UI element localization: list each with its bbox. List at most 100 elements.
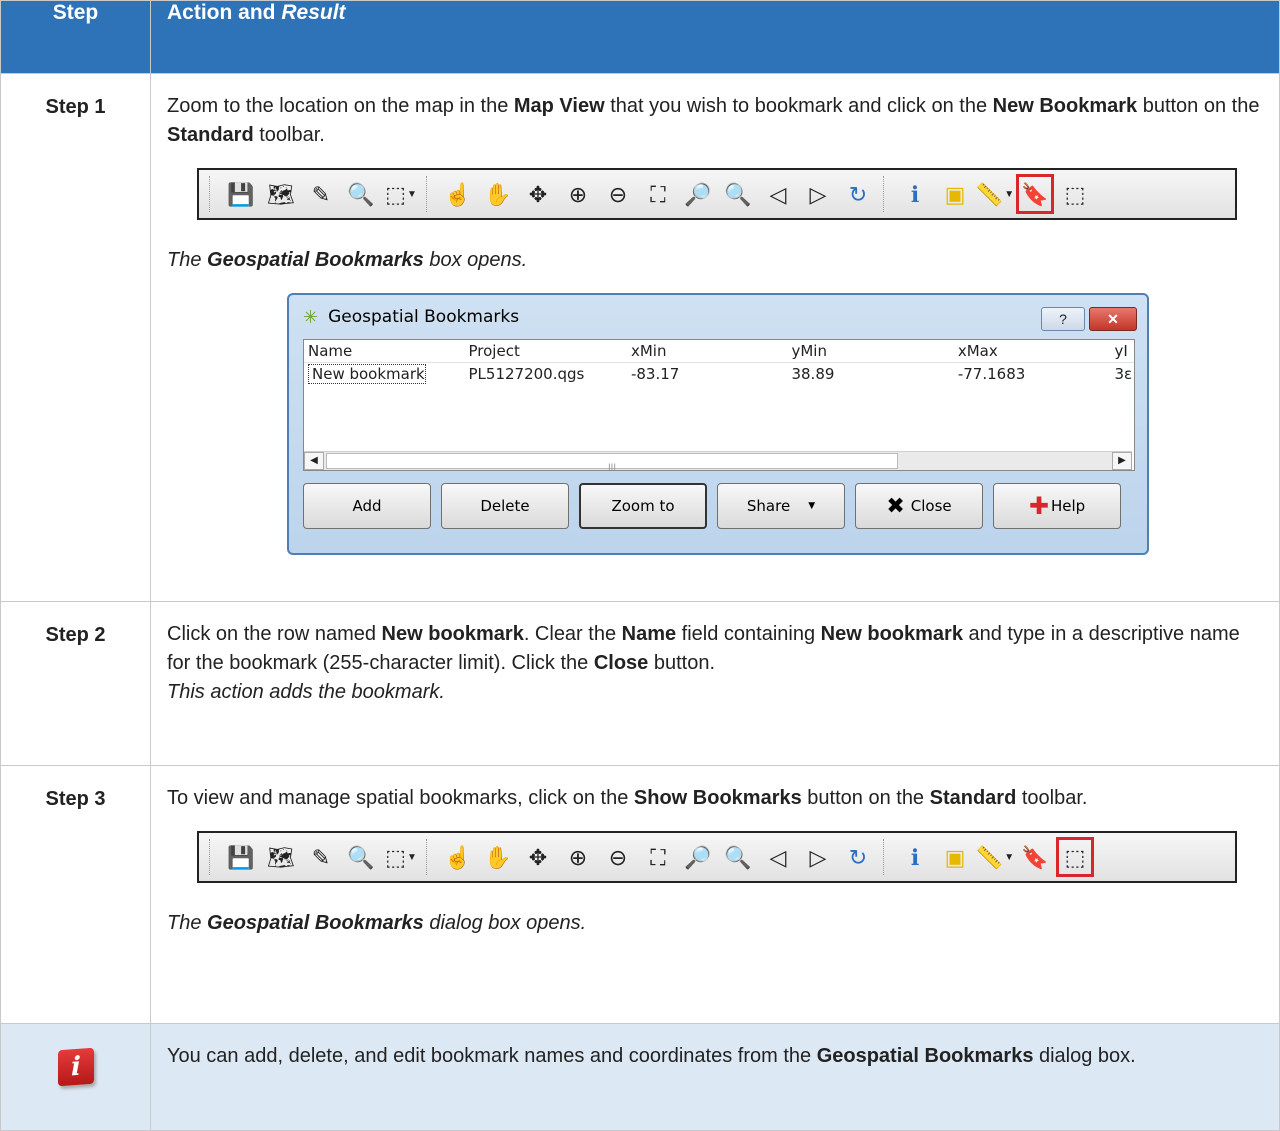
show-bookmarks-icon[interactable]: ⬚	[1056, 174, 1094, 214]
dialog-close-button[interactable]: ✕	[1089, 307, 1137, 331]
zoom-next-icon[interactable]: ▷	[799, 837, 837, 877]
refresh-icon[interactable]: ↻	[839, 174, 877, 214]
zoom-last-icon[interactable]: ◁	[759, 174, 797, 214]
digitize-icon[interactable]: ✎	[302, 837, 340, 877]
toolbar-separator	[883, 176, 892, 212]
delete-button[interactable]: Delete	[441, 483, 569, 529]
step-2-result: This action adds the bookmark.	[167, 681, 445, 703]
cell-xmin[interactable]: -83.17	[625, 360, 786, 389]
step-2-action: Click on the row named New bookmark. Cle…	[150, 601, 1280, 766]
scroll-right-icon[interactable]: ▶	[1112, 452, 1132, 470]
step-1-label: Step 1	[0, 73, 151, 602]
zoom-out-icon[interactable]: ⊖	[599, 174, 637, 214]
cell-ymax[interactable]: 3ε	[1108, 360, 1134, 389]
magnifier-icon[interactable]: 🔍	[342, 174, 380, 214]
step-3-action: To view and manage spatial bookmarks, cl…	[150, 765, 1280, 1024]
zoom-to-selection-icon[interactable]: 🔎	[679, 174, 717, 214]
new-layer-icon[interactable]: 🗺	[262, 837, 300, 877]
step-3-label: Step 3	[0, 765, 151, 1024]
deselect-icon[interactable]: ▣	[936, 837, 974, 877]
standard-toolbar-1: 💾 🗺 ✎ 🔍 ⬚ ▼ ☝ ✋ ✥ ⊕ ⊖ ⛶ 🔎 🔍 ◁ ▷ ↻ ℹ ▣ 📏 …	[197, 168, 1237, 220]
table-row-step-1: Step 1 Zoom to the location on the map i…	[0, 73, 1280, 602]
measure-icon[interactable]: 📏 ▼	[976, 837, 1014, 877]
info-note-row: i You can add, delete, and edit bookmark…	[0, 1023, 1280, 1131]
info-icon: i	[57, 1047, 94, 1087]
chevron-down-icon: ▼	[808, 500, 816, 511]
scroll-left-icon[interactable]: ◀	[304, 452, 324, 470]
table-row-step-3: Step 3 To view and manage spatial bookma…	[0, 765, 1280, 1024]
refresh-icon[interactable]: ↻	[839, 837, 877, 877]
zoom-next-icon[interactable]: ▷	[799, 174, 837, 214]
new-bookmark-icon[interactable]: 🔖	[1016, 837, 1054, 877]
table-row-step-2: Step 2 Click on the row named New bookma…	[0, 601, 1280, 766]
pan-hand-icon[interactable]: ✋	[479, 837, 517, 877]
action-column-header: Action and Result	[150, 0, 1280, 74]
bookmark-list[interactable]: Name Project xMin yMin xMax yI New bookm…	[303, 339, 1135, 473]
zoom-to-layer-icon[interactable]: 🔍	[719, 174, 757, 214]
step-2-label: Step 2	[0, 601, 151, 766]
new-layer-icon[interactable]: 🗺	[262, 174, 300, 214]
identify-icon[interactable]: ℹ	[896, 174, 934, 214]
step-3-instruction: To view and manage spatial bookmarks, cl…	[167, 787, 1088, 809]
save-project-icon[interactable]: 💾	[222, 837, 260, 877]
toolbar-separator	[426, 839, 435, 875]
info-note: You can add, delete, and edit bookmark n…	[150, 1023, 1280, 1131]
magnifier-icon[interactable]: 🔍	[342, 837, 380, 877]
measure-icon[interactable]: 📏 ▼	[976, 174, 1014, 214]
qgis-icon: ✳	[303, 306, 319, 328]
pan-hand-icon[interactable]: ✋	[479, 174, 517, 214]
geospatial-bookmarks-dialog: ✳ Geospatial Bookmarks ? ✕ Name Project …	[287, 293, 1149, 555]
info-note-text: You can add, delete, and edit bookmark n…	[167, 1045, 1136, 1067]
pan-touch-icon[interactable]: ☝	[439, 837, 477, 877]
cell-name[interactable]: New bookmark	[308, 363, 426, 384]
help-button[interactable]: ✚ Help	[993, 483, 1121, 529]
dialog-title: Geospatial Bookmarks	[328, 306, 520, 327]
cell-project[interactable]: PL5127200.qgs	[463, 360, 625, 389]
identify-icon[interactable]: ℹ	[896, 837, 934, 877]
step-1-result: The Geospatial Bookmarks box opens.	[167, 249, 528, 271]
standard-toolbar-2: 💾 🗺 ✎ 🔍 ⬚ ▼ ☝ ✋ ✥ ⊕ ⊖ ⛶ 🔎 🔍 ◁ ▷ ↻ ℹ ▣ 📏 …	[197, 831, 1237, 883]
toolbar-separator	[426, 176, 435, 212]
step-1-instruction: Zoom to the location on the map in the M…	[167, 95, 1260, 146]
step-column-header: Step	[0, 0, 151, 74]
toolbar-separator	[883, 839, 892, 875]
dialog-title-bar: ✳ Geospatial Bookmarks	[289, 295, 1147, 339]
procedure-table: Step Action and Result Step 1 Zoom to th…	[0, 0, 1280, 1131]
zoom-in-icon[interactable]: ⊕	[559, 174, 597, 214]
select-features-icon[interactable]: ⬚ ▼	[382, 837, 420, 877]
pan-touch-icon[interactable]: ☝	[439, 174, 477, 214]
digitize-icon[interactable]: ✎	[302, 174, 340, 214]
info-icon-cell: i	[0, 1023, 151, 1131]
scroll-thumb[interactable]: III	[326, 453, 898, 473]
step-2-instruction: Click on the row named New bookmark. Cle…	[167, 623, 1240, 674]
save-project-icon[interactable]: 💾	[222, 174, 260, 214]
table-header-row: Step Action and Result	[0, 0, 1280, 74]
zoom-full-icon[interactable]: ⛶	[639, 837, 677, 877]
zoom-to-button[interactable]: Zoom to	[579, 483, 707, 529]
zoom-to-selection-icon[interactable]: 🔎	[679, 837, 717, 877]
zoom-out-icon[interactable]: ⊖	[599, 837, 637, 877]
table-row[interactable]: New bookmark PL5127200.qgs -83.17 38.89 …	[304, 363, 1134, 385]
share-button[interactable]: Share ▼	[717, 483, 845, 529]
add-button[interactable]: Add	[303, 483, 431, 529]
zoom-to-layer-icon[interactable]: 🔍	[719, 837, 757, 877]
close-button[interactable]: ✖ Close	[855, 483, 983, 529]
zoom-full-icon[interactable]: ⛶	[639, 174, 677, 214]
result-header-text: Result	[281, 1, 346, 24]
lifebuoy-icon: ✚	[1028, 491, 1049, 520]
zoom-last-icon[interactable]: ◁	[759, 837, 797, 877]
cell-xmax[interactable]: -77.1683	[952, 360, 1109, 389]
close-icon: ✖	[886, 493, 905, 519]
deselect-icon[interactable]: ▣	[936, 174, 974, 214]
zoom-in-icon[interactable]: ⊕	[559, 837, 597, 877]
pan-to-selection-icon[interactable]: ✥	[519, 174, 557, 214]
cell-ymin[interactable]: 38.89	[785, 360, 951, 389]
toolbar-handle	[209, 839, 218, 875]
show-bookmarks-icon[interactable]: ⬚	[1056, 837, 1094, 877]
dialog-help-button[interactable]: ?	[1041, 307, 1085, 331]
new-bookmark-icon[interactable]: 🔖	[1016, 174, 1054, 214]
pan-to-selection-icon[interactable]: ✥	[519, 837, 557, 877]
select-features-icon[interactable]: ⬚ ▼	[382, 174, 420, 214]
horizontal-scrollbar[interactable]: ◀ III ▶	[304, 451, 1132, 473]
action-header-text: Action and	[167, 1, 282, 24]
